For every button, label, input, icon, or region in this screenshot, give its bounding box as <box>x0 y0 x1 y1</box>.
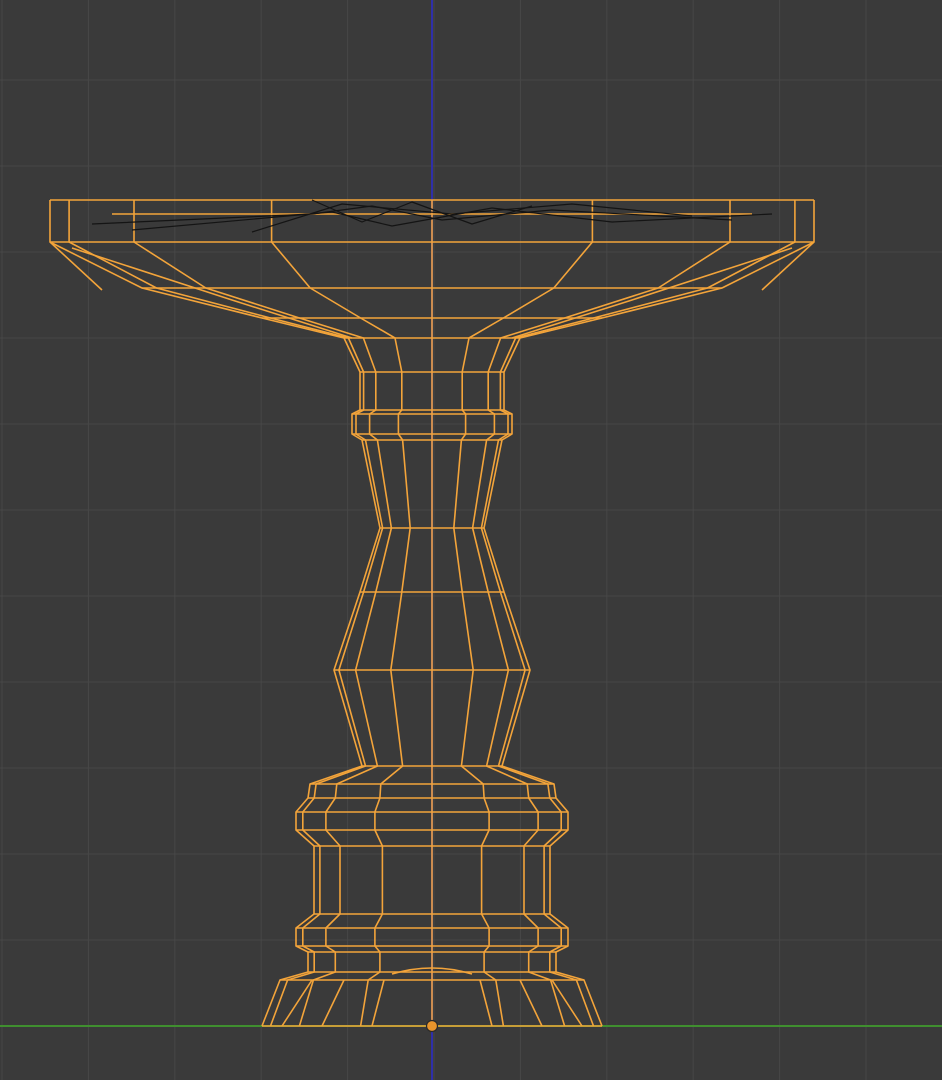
3d-viewport[interactable] <box>0 0 942 1080</box>
viewport-canvas[interactable] <box>0 0 942 1080</box>
viewport-background <box>0 0 942 1080</box>
object-origin-icon[interactable] <box>425 1019 439 1033</box>
